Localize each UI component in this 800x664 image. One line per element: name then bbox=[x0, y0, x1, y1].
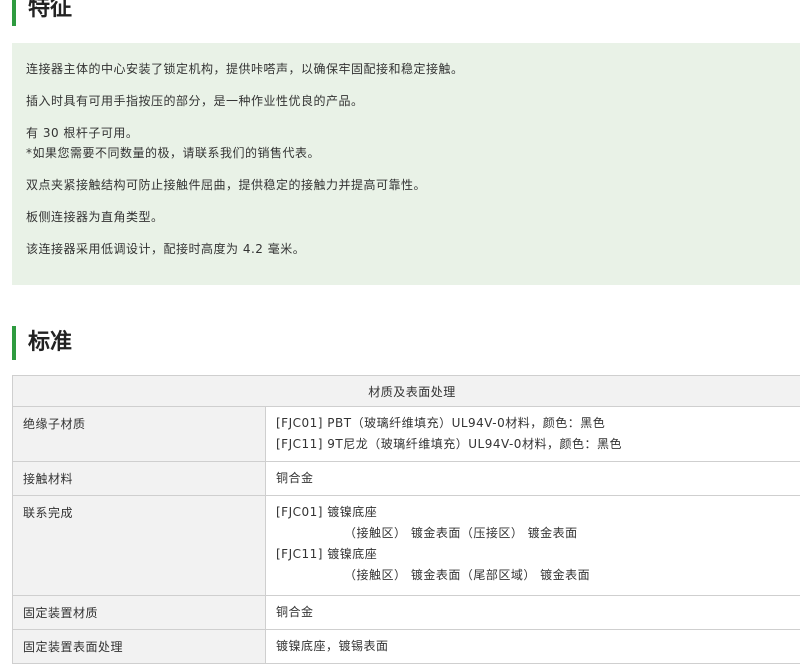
row-value: 铜合金 bbox=[266, 462, 800, 496]
table-row: 接触材料 铜合金 bbox=[13, 462, 800, 496]
features-panel: 连接器主体的中心安装了锁定机构，提供咔嗒声，以确保牢固配接和稳定接触。 插入时具… bbox=[12, 43, 800, 285]
feature-item: 双点夹紧接触结构可防止接触件屈曲，提供稳定的接触力并提高可靠性。 bbox=[26, 175, 800, 195]
materials-table: 材质及表面处理 绝缘子材质 [FJC01] PBT（玻璃纤维填充）UL94V-0… bbox=[12, 375, 800, 664]
feature-item: 板侧连接器为直角类型。 bbox=[26, 207, 800, 227]
row-label: 联系完成 bbox=[13, 496, 266, 596]
row-label: 接触材料 bbox=[13, 462, 266, 496]
value-line: [FJC11] 9T尼龙（玻璃纤维填充）UL94V-0材料，颜色：黑色 bbox=[276, 434, 800, 455]
value-line: 镀镍底座，镀锡表面 bbox=[276, 636, 800, 657]
row-value: 镀镍底座，镀锡表面 bbox=[266, 630, 800, 664]
value-line: （接触区） 镀金表面（尾部区域） 镀金表面 bbox=[276, 565, 800, 586]
feature-note: *如果您需要不同数量的极，请联系我们的销售代表。 bbox=[26, 143, 800, 163]
feature-item: 连接器主体的中心安装了锁定机构，提供咔嗒声，以确保牢固配接和稳定接触。 bbox=[26, 59, 800, 79]
row-value: [FJC01] 镀镍底座 （接触区） 镀金表面（压接区） 镀金表面 [FJC11… bbox=[266, 496, 800, 596]
table-row: 固定装置材质 铜合金 bbox=[13, 596, 800, 630]
value-line: 铜合金 bbox=[276, 468, 800, 489]
table-row: 联系完成 [FJC01] 镀镍底座 （接触区） 镀金表面（压接区） 镀金表面 [… bbox=[13, 496, 800, 596]
feature-item: 插入时具有可用手指按压的部分，是一种作业性优良的产品。 bbox=[26, 91, 800, 111]
row-label: 固定装置表面处理 bbox=[13, 630, 266, 664]
value-line: [FJC01] 镀镍底座 bbox=[276, 502, 800, 523]
standards-heading: 标准 bbox=[12, 326, 72, 360]
features-heading: 特征 bbox=[12, 0, 72, 26]
table-row: 绝缘子材质 [FJC01] PBT（玻璃纤维填充）UL94V-0材料，颜色：黑色… bbox=[13, 407, 800, 462]
row-value: 铜合金 bbox=[266, 596, 800, 630]
table-header-row: 材质及表面处理 bbox=[13, 376, 800, 407]
table-header: 材质及表面处理 bbox=[13, 376, 800, 407]
value-line: 铜合金 bbox=[276, 602, 800, 623]
row-value: [FJC01] PBT（玻璃纤维填充）UL94V-0材料，颜色：黑色 [FJC1… bbox=[266, 407, 800, 462]
value-line: [FJC01] PBT（玻璃纤维填充）UL94V-0材料，颜色：黑色 bbox=[276, 413, 800, 434]
row-label: 固定装置材质 bbox=[13, 596, 266, 630]
feature-item: 该连接器采用低调设计，配接时高度为 4.2 毫米。 bbox=[26, 239, 800, 259]
row-label: 绝缘子材质 bbox=[13, 407, 266, 462]
value-line: [FJC11] 镀镍底座 bbox=[276, 544, 800, 565]
table-row: 固定装置表面处理 镀镍底座，镀锡表面 bbox=[13, 630, 800, 664]
value-line: （接触区） 镀金表面（压接区） 镀金表面 bbox=[276, 523, 800, 544]
feature-item: 有 30 根杆子可用。 bbox=[26, 123, 800, 143]
